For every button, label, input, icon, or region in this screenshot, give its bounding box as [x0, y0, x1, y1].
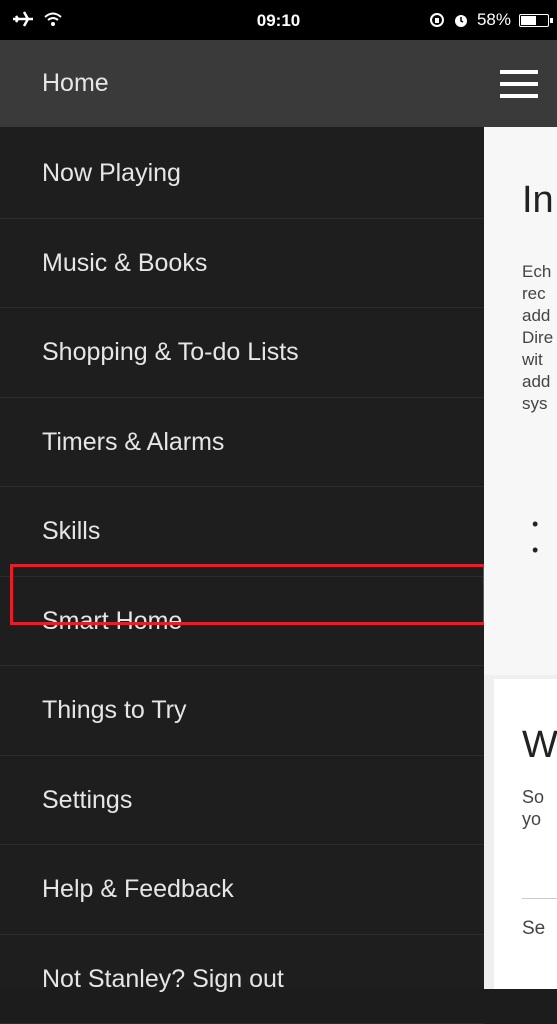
sidebar-item-label: Things to Try [42, 696, 187, 724]
battery-fill [521, 15, 536, 25]
sidebar-item-help-feedback[interactable]: Help & Feedback [0, 846, 484, 935]
card-title: In [522, 179, 554, 221]
divider [522, 898, 557, 899]
status-right: 58% [429, 10, 553, 30]
sidebar-item-label: Now Playing [42, 159, 181, 187]
sidebar-item-not-stanley-sign-out[interactable]: Not Stanley? Sign out [0, 935, 484, 1024]
card-text: Ech rec add Dire wit add sys [522, 262, 554, 413]
battery-icon [519, 13, 553, 27]
hamburger-menu-icon[interactable] [500, 70, 538, 98]
content-card: In Ech rec add Dire wit add sys • • [484, 127, 557, 675]
rotation-lock-icon [429, 13, 444, 27]
sidebar-item-label: Smart Home [42, 606, 183, 635]
status-bar: 09:10 58% [0, 0, 557, 40]
sidebar-item-label: Not Stanley? Sign out [42, 964, 284, 993]
sidebar-item-smart-home[interactable]: Smart Home [0, 577, 484, 666]
alarm-icon [454, 15, 467, 27]
sidebar-item-now-playing[interactable]: Now Playing [0, 130, 484, 219]
sidebar-item-skills[interactable]: Skills [0, 488, 484, 577]
bullet-icon: • [532, 514, 539, 534]
bullet-icon: • [532, 540, 539, 560]
sidebar-item-label: Skills [42, 517, 101, 545]
sidebar-item-settings[interactable]: Settings [0, 756, 484, 845]
sidebar-item-label: Help & Feedback [42, 875, 234, 903]
sidebar-item-shopping-to-do-lists[interactable]: Shopping & To-do Lists [0, 309, 484, 398]
content-card: W So yo Se [494, 679, 557, 989]
sidebar-item-label: Settings [42, 785, 133, 814]
sidebar-item-label: Music & Books [42, 248, 208, 277]
sidebar-item-music-books[interactable]: Music & Books [0, 219, 484, 308]
sidebar-item-timers-alarms[interactable]: Timers & Alarms [0, 398, 484, 487]
sidebar-item-label: Timers & Alarms [42, 427, 225, 456]
sidebar-item-things-to-try[interactable]: Things to Try [0, 667, 484, 756]
card-bullets: • • [532, 511, 538, 563]
card-title: W [522, 724, 557, 766]
card-text: So yo [522, 787, 545, 829]
battery-percent: 58% [476, 10, 511, 29]
navigation-drawer: Home Now Playing Music & Books Shopping & T… [0, 40, 484, 1024]
sidebar-item-label: Home [42, 69, 109, 97]
card-link[interactable]: Se [522, 918, 545, 940]
sidebar-item-label: Shopping & To-do Lists [42, 338, 299, 366]
app-header [484, 40, 557, 127]
sidebar-item-home[interactable]: Home [0, 40, 484, 127]
main-content-peek: In Ech rec add Dire wit add sys • • W So… [484, 127, 557, 989]
